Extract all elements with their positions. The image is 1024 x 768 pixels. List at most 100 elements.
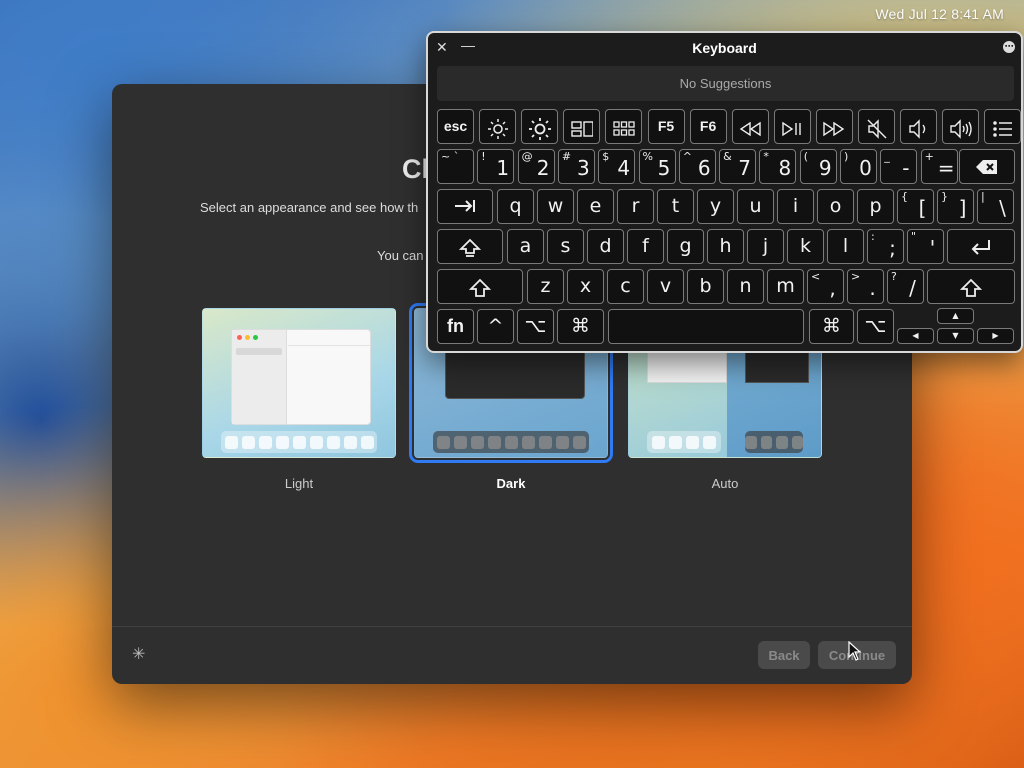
shift-icon <box>959 278 983 297</box>
key-i[interactable]: i <box>777 189 814 224</box>
control-key[interactable]: ^ <box>477 309 514 344</box>
key-=[interactable]: + = <box>920 149 958 184</box>
down-arrow-key[interactable]: ▼ <box>937 328 974 344</box>
mini-window <box>231 329 371 425</box>
key-f[interactable]: f <box>627 229 664 264</box>
key-1[interactable]: ! 1 <box>477 149 515 184</box>
key-sym-z-1[interactable]: >. <box>847 269 884 304</box>
key-l[interactable]: l <box>827 229 864 264</box>
key-a[interactable]: a <box>507 229 544 264</box>
key-shift-label: ( <box>803 150 808 163</box>
launchpad-icon[interactable] <box>605 109 643 144</box>
key-p[interactable]: p <box>857 189 894 224</box>
key-f5[interactable]: F5 <box>647 109 685 144</box>
key-v[interactable]: v <box>647 269 684 304</box>
key-7[interactable]: & 7 <box>719 149 757 184</box>
keyboard-titlebar[interactable]: ✕ — Keyboard ⋯ <box>428 33 1021 63</box>
key-f6[interactable]: F6 <box>689 109 727 144</box>
key-e[interactable]: e <box>577 189 614 224</box>
caps-lock-key[interactable] <box>437 229 503 264</box>
fast-forward-icon[interactable] <box>815 109 853 144</box>
appearance-option-light[interactable]: Light <box>202 308 396 491</box>
key-sym-1[interactable]: }] <box>937 189 974 224</box>
delete-key[interactable] <box>959 149 1015 184</box>
command-key[interactable]: ⌘ <box>557 309 604 344</box>
light-preview[interactable] <box>202 308 396 458</box>
key-sym-a-1[interactable]: " ' <box>907 229 944 264</box>
key-3[interactable]: #3 <box>557 149 595 184</box>
key-6[interactable]: ^ 6 <box>678 149 716 184</box>
key-sym-a-0[interactable]: :; <box>867 229 904 264</box>
brightness-up-icon[interactable] <box>521 109 559 144</box>
fn-key[interactable]: fn <box>437 309 474 344</box>
key-h[interactable]: h <box>707 229 744 264</box>
key-u[interactable]: u <box>737 189 774 224</box>
right-shift-key[interactable] <box>927 269 1015 304</box>
list-icon[interactable] <box>984 109 1022 144</box>
key-sym-z-0[interactable]: <, <box>807 269 844 304</box>
key-shift-label: ! <box>481 150 486 163</box>
key-g[interactable]: g <box>667 229 704 264</box>
right-option-key[interactable]: ⌥ <box>857 309 894 344</box>
key-w[interactable]: w <box>537 189 574 224</box>
key-shift-label: % <box>642 150 653 163</box>
key-label: / <box>909 276 916 300</box>
key-sym-2[interactable]: | \ <box>977 189 1014 224</box>
mouse-cursor-icon <box>848 641 862 661</box>
key-shift-label: @ <box>521 150 533 163</box>
volume-up-icon[interactable] <box>942 109 980 144</box>
menubar-clock[interactable]: Wed Jul 12 8:41 AM <box>875 6 1004 22</box>
key-sym-z-2[interactable]: ? / <box>887 269 924 304</box>
key-5[interactable]: % 5 <box>638 149 676 184</box>
right-command-key[interactable]: ⌘ <box>809 309 854 344</box>
delete-icon <box>976 160 997 174</box>
key-sym-0[interactable]: {[ <box>897 189 934 224</box>
loading-spinner-icon: ✳ <box>132 646 146 663</box>
key-d[interactable]: d <box>587 229 624 264</box>
key-m[interactable]: m <box>767 269 804 304</box>
key-esc[interactable]: esc <box>437 109 474 144</box>
key-shift-label: " <box>911 230 917 243</box>
key-label: 4 <box>617 156 631 180</box>
up-arrow-key[interactable]: ▲ <box>937 308 974 324</box>
key-9[interactable]: (9 <box>799 149 837 184</box>
key-y[interactable]: y <box>697 189 734 224</box>
key-label: 2 <box>536 156 550 180</box>
key-b[interactable]: b <box>687 269 724 304</box>
options-icon[interactable]: ⋯ <box>1003 41 1015 53</box>
mute-icon[interactable] <box>858 109 895 144</box>
left-shift-key[interactable] <box>437 269 523 304</box>
key-0[interactable]: ) 0 <box>840 149 877 184</box>
key-j[interactable]: j <box>747 229 784 264</box>
rewind-icon[interactable] <box>731 109 769 144</box>
key-8[interactable]: * 8 <box>759 149 797 184</box>
key-c[interactable]: c <box>607 269 644 304</box>
page-subtitle: Select an appearance and see how th <box>200 200 419 215</box>
key--[interactable]: _ - <box>880 149 918 184</box>
key-t[interactable]: t <box>657 189 694 224</box>
space-key[interactable] <box>608 309 804 344</box>
key-n[interactable]: n <box>727 269 764 304</box>
key-x[interactable]: x <box>567 269 604 304</box>
back-button[interactable]: Back <box>758 641 810 669</box>
key-o[interactable]: o <box>817 189 854 224</box>
brightness-down-icon[interactable] <box>479 109 517 144</box>
key-label: = <box>937 156 955 180</box>
key-4[interactable]: $4 <box>598 149 636 184</box>
key-2[interactable]: @2 <box>517 149 555 184</box>
key-shift-label: ~ ` <box>441 150 460 163</box>
tab-key[interactable] <box>437 189 493 224</box>
key-z[interactable]: z <box>527 269 564 304</box>
right-arrow-key[interactable]: ▶ <box>977 328 1014 344</box>
key-backtick[interactable]: ~ ` <box>437 149 474 184</box>
key-s[interactable]: s <box>547 229 584 264</box>
key-k[interactable]: k <box>787 229 824 264</box>
mission-control-icon[interactable] <box>563 109 601 144</box>
option-key[interactable]: ⌥ <box>517 309 554 344</box>
key-q[interactable]: q <box>497 189 534 224</box>
play-pause-icon[interactable] <box>773 109 811 144</box>
left-arrow-key[interactable]: ◀ <box>897 328 934 344</box>
return-key[interactable] <box>947 229 1015 264</box>
volume-down-icon[interactable] <box>900 109 938 144</box>
key-r[interactable]: r <box>617 189 654 224</box>
